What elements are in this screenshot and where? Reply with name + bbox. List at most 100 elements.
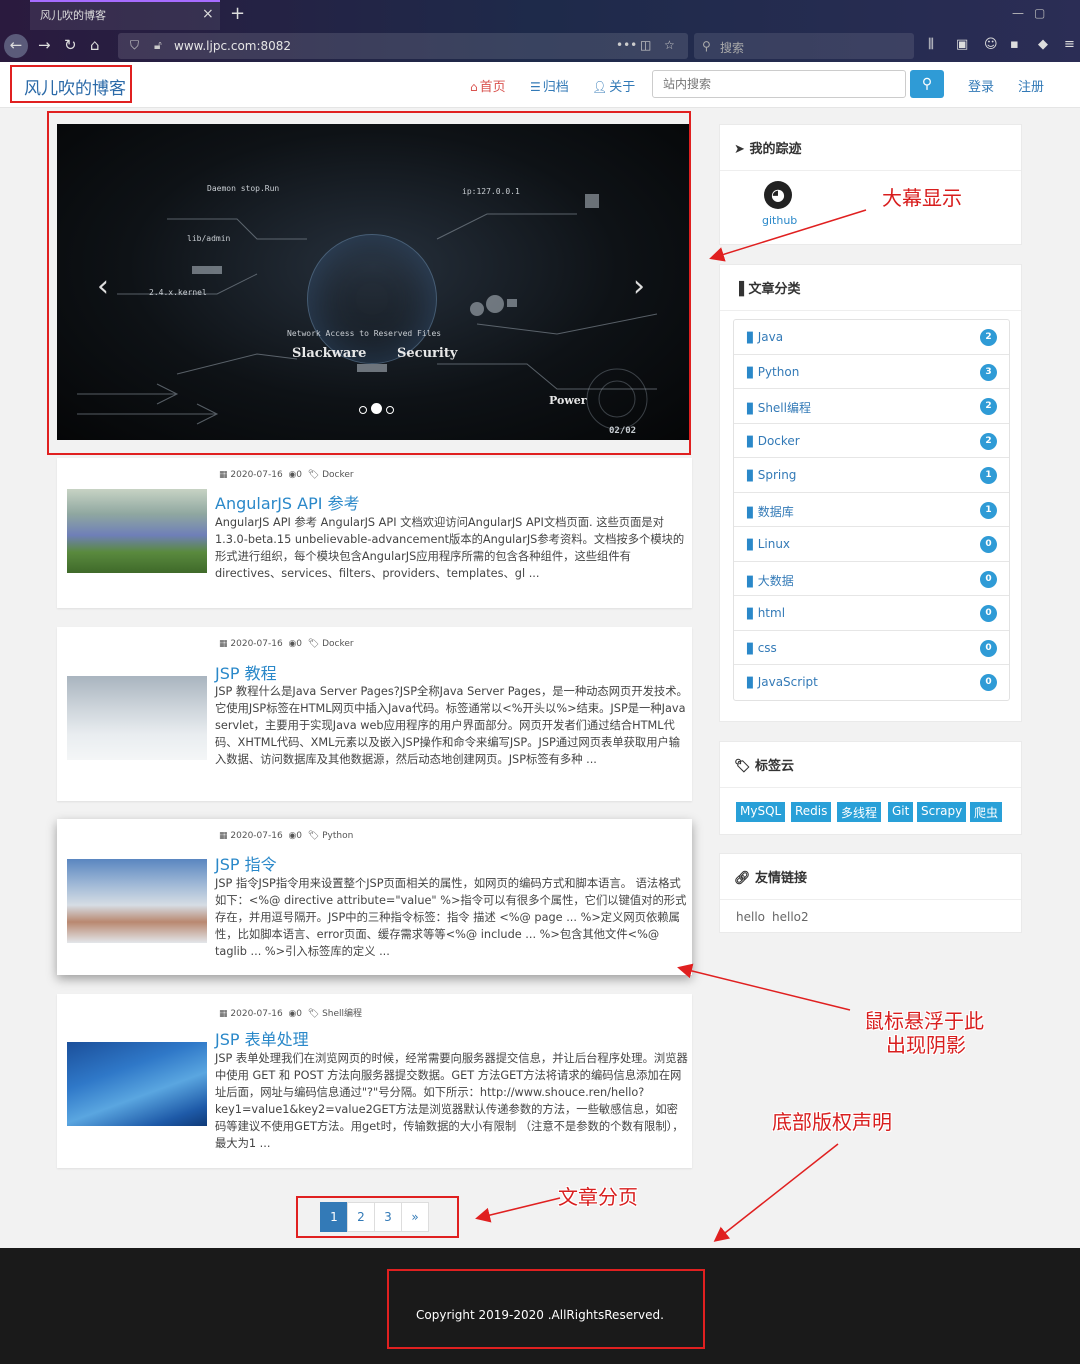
minimize-icon[interactable]: — (1012, 6, 1024, 20)
pocket-icon[interactable]: ◫ (640, 38, 651, 52)
library-icon[interactable]: ⫼ (928, 37, 934, 52)
post-thumbnail[interactable] (67, 489, 207, 573)
register-link[interactable]: 注册 (1018, 76, 1044, 95)
trace-panel-title: 我的踪迹 (749, 142, 802, 157)
tags-panel-header: 🏷︎ 标签云 (720, 742, 1021, 788)
post-excerpt: AngularJS API 参考 AngularJS API 文档欢迎访问Ang… (215, 516, 685, 580)
category-item[interactable]: ▊ Spring 1 (734, 458, 1009, 493)
category-item[interactable]: ▊ JavaScript 0 (734, 665, 1009, 700)
post-card-hovered[interactable]: ▦ 2020-07-16 ◉0 🏷︎ Python JSP 指令 JSP 指令J… (57, 819, 692, 975)
tag-chip[interactable]: Git (888, 802, 914, 822)
post-meta: ▦ 2020-07-16 ◉0 🏷︎ Docker (219, 470, 354, 480)
post-title[interactable]: JSP 教程 (215, 660, 277, 684)
category-item[interactable]: ▊ Python 3 (734, 355, 1009, 389)
category-item[interactable]: ▊ html 0 (734, 596, 1009, 631)
browser-tab[interactable]: 风儿吹的博客 (30, 0, 220, 30)
friend-link[interactable]: hello2 (772, 910, 809, 924)
post-title[interactable]: AngularJS API 参考 (215, 490, 360, 514)
tag-chip[interactable]: 爬虫 (970, 802, 1003, 822)
category-count-badge: 0 (980, 536, 997, 553)
new-tab-icon[interactable]: + (230, 3, 245, 24)
post-title[interactable]: JSP 指令 (215, 851, 277, 875)
site-search-button[interactable]: ⚲ (910, 70, 944, 98)
category-count-badge: 0 (980, 639, 997, 657)
shield-icon: ⛉ (130, 38, 140, 52)
annotation-hover-shadow: 出现阴影 (886, 1033, 966, 1057)
category-name: Linux (757, 537, 791, 551)
bookmark-star-icon[interactable]: ☆ (664, 38, 675, 52)
nav-about[interactable]: 👤︎ 关于 (592, 76, 635, 95)
category-item[interactable]: ▊ css 0 (734, 631, 1009, 665)
tag-chip[interactable]: 多线程 (837, 802, 882, 822)
post-meta: ▦ 2020-07-16 ◉0 🏷︎ Docker (219, 639, 354, 649)
book-icon: ▊ (747, 367, 755, 379)
forward-icon[interactable]: → (38, 36, 51, 54)
post-category[interactable]: Shell编程 (322, 1009, 362, 1019)
book-icon: ▊ (747, 576, 755, 588)
post-meta: ▦ 2020-07-16 ◉0 🏷︎ Shell编程 (219, 1006, 362, 1019)
post-thumbnail[interactable] (67, 676, 207, 760)
nav-archive[interactable]: ☰ 归档 (530, 76, 569, 95)
book-icon: ▊ (747, 507, 755, 519)
account-icon[interactable]: ☺ (984, 37, 998, 52)
extension-icon[interactable]: ▪ (1010, 37, 1019, 52)
github-link[interactable]: github (762, 214, 797, 227)
link-icon: 🔗︎ (734, 871, 751, 886)
login-link[interactable]: 登录 (968, 76, 994, 95)
send-icon: ➤ (734, 142, 745, 157)
github-icon[interactable]: ◕ (764, 181, 792, 209)
nav-home-label: 首页 (479, 80, 506, 95)
reload-icon[interactable]: ↻ (64, 36, 77, 54)
back-icon[interactable]: ← (4, 34, 28, 58)
home-icon[interactable]: ⌂ (90, 36, 100, 54)
post-thumbnail[interactable] (67, 1042, 207, 1126)
category-count-badge: 1 (980, 467, 997, 484)
post-views: 0 (296, 639, 303, 649)
category-item[interactable]: ▊ Java 2 (734, 320, 1009, 355)
site-header: 风儿吹的博客 ⌂首页 ☰归档 👤︎关于 ⚲ 登录 注册 (0, 62, 1080, 108)
category-item[interactable]: ▊ Docker 2 (734, 424, 1009, 458)
post-card[interactable]: ▦ 2020-07-16 ◉0 🏷︎ Docker AngularJS API … (57, 458, 692, 608)
menu-icon[interactable]: ≡ (1064, 37, 1075, 52)
category-name: Spring (757, 468, 797, 482)
nav-home[interactable]: ⌂ 首页 (470, 76, 506, 95)
category-item[interactable]: ▊ 大数据 0 (734, 562, 1009, 596)
calendar-icon: ▦ (219, 470, 228, 480)
post-card[interactable]: ▦ 2020-07-16 ◉0 🏷︎ Shell编程 JSP 表单处理 JSP … (57, 994, 692, 1168)
restore-icon[interactable]: ▢ (1034, 6, 1045, 20)
category-item[interactable]: ▊ 数据库 1 (734, 493, 1009, 527)
category-item[interactable]: ▊ Shell编程 2 (734, 389, 1009, 424)
post-thumbnail[interactable] (67, 859, 207, 943)
close-tab-icon[interactable]: × (202, 6, 214, 22)
post-meta: ▦ 2020-07-16 ◉0 🏷︎ Python (219, 831, 353, 841)
friend-link[interactable]: hello (736, 910, 765, 924)
browser-search-field[interactable]: ⚲ 搜索 (694, 33, 914, 59)
post-category[interactable]: Python (322, 831, 353, 841)
tag-chip[interactable]: MySQL (736, 802, 786, 822)
tags-panel-title: 标签云 (755, 759, 795, 774)
categories-panel-title: 文章分类 (748, 282, 801, 297)
post-card[interactable]: ▦ 2020-07-16 ◉0 🏷︎ Docker JSP 教程 JSP 教程什… (57, 627, 692, 801)
post-excerpt: JSP 教程什么是Java Server Pages?JSP全称Java Ser… (215, 685, 688, 766)
category-item[interactable]: ▊ Linux 0 (734, 527, 1009, 562)
category-name: css (757, 640, 777, 655)
more-icon[interactable]: ••• (616, 38, 637, 52)
links-panel-title: 友情链接 (755, 871, 808, 886)
tag-icon: 🏷︎ (307, 831, 320, 841)
tag-chip[interactable]: Scrapy (917, 802, 967, 822)
url-text: www.ljpc.com:8082 (174, 39, 292, 53)
links-panel: 🔗︎ 友情链接 hello hello2 (719, 853, 1022, 933)
file-icon: ▐ (734, 282, 744, 297)
book-icon: ▊ (747, 333, 755, 344)
addon-icon[interactable]: ◆ (1038, 37, 1048, 52)
post-title[interactable]: JSP 表单处理 (215, 1026, 309, 1050)
tag-chip[interactable]: Redis (791, 802, 832, 822)
url-bar[interactable]: ⛉ 🔓︎ www.ljpc.com:8082 ••• ◫ ☆ (118, 33, 688, 59)
sidebar-icon[interactable]: ▣ (956, 37, 968, 52)
pagination-highlight-box (296, 1196, 459, 1238)
category-count-badge: 2 (980, 329, 997, 346)
categories-panel: ▐ 文章分类 ▊ Java 2 ▊ Python 3 ▊ Shell编程 2 ▊ Docker… (719, 264, 1022, 722)
post-category[interactable]: Docker (322, 639, 354, 649)
post-category[interactable]: Docker (322, 470, 354, 480)
site-search-input[interactable] (652, 70, 906, 98)
